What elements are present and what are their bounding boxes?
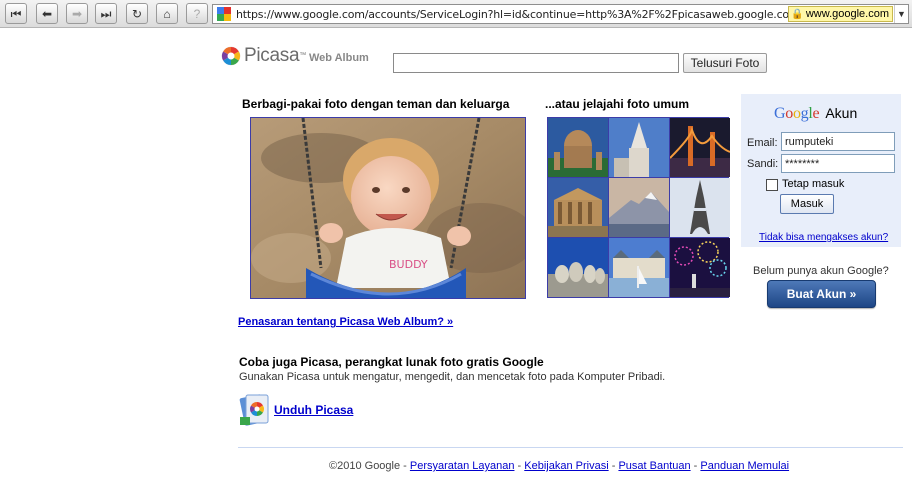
help-center-link[interactable]: Pusat Bantuan bbox=[618, 460, 690, 472]
logo-text: Picasa™ bbox=[244, 45, 306, 66]
download-picasa-link[interactable]: Unduh Picasa bbox=[274, 403, 353, 417]
google-logo: Google bbox=[774, 105, 820, 122]
photo-thumbnail[interactable] bbox=[609, 178, 669, 237]
reload-icon[interactable]: ↻ bbox=[126, 3, 148, 24]
home-icon[interactable]: ⌂ bbox=[156, 3, 178, 24]
sign-in-button[interactable]: Masuk bbox=[780, 194, 834, 214]
search-input[interactable] bbox=[393, 53, 679, 73]
url-text: https://www.google.com/accounts/ServiceL… bbox=[236, 7, 789, 21]
terms-link[interactable]: Persyaratan Layanan bbox=[410, 460, 515, 472]
photo-thumbnail[interactable] bbox=[670, 238, 730, 297]
picasa-download-icon[interactable] bbox=[239, 393, 271, 427]
email-label: Email: bbox=[747, 137, 778, 149]
back-icon[interactable]: ⬅ bbox=[36, 3, 58, 24]
footer: ©2010 Google - Persyaratan Layanan - Keb… bbox=[329, 460, 790, 472]
explore-heading: ...atau jelajahi foto umum bbox=[545, 97, 690, 111]
security-indicator[interactable]: 🔒 www.google.com bbox=[788, 6, 893, 22]
security-domain: www.google.com bbox=[805, 8, 889, 20]
svg-text:BUDDY: BUDDY bbox=[389, 258, 428, 271]
google-favicon-icon bbox=[215, 6, 233, 22]
photo-thumbnail[interactable] bbox=[548, 118, 608, 177]
logo-subtitle: Web Album bbox=[308, 52, 369, 64]
photo-thumbnail[interactable] bbox=[609, 238, 669, 297]
featured-photo: BUDDY bbox=[250, 117, 526, 299]
create-account-button[interactable]: Buat Akun » bbox=[767, 280, 876, 308]
address-bar[interactable]: https://www.google.com/accounts/ServiceL… bbox=[212, 4, 909, 24]
email-field[interactable]: rumputeki bbox=[781, 132, 895, 151]
picasa-logo[interactable]: Picasa™ Web Album bbox=[221, 46, 369, 66]
login-panel: Google Akun Email: rumputeki Sandi: ****… bbox=[741, 94, 901, 247]
public-photos-grid bbox=[547, 117, 730, 298]
footer-divider bbox=[238, 447, 903, 448]
learn-more-link[interactable]: Penasaran tentang Picasa Web Album? » bbox=[238, 316, 453, 328]
info-icon[interactable]: ? bbox=[186, 3, 208, 24]
search-button[interactable]: Telusuri Foto bbox=[683, 53, 767, 73]
no-account-prompt: Belum punya akun Google? bbox=[753, 265, 889, 277]
lock-icon: 🔒 bbox=[791, 8, 804, 20]
photo-thumbnail[interactable] bbox=[548, 238, 608, 297]
url-dropdown-icon[interactable]: ▼ bbox=[894, 5, 908, 23]
getting-started-link[interactable]: Panduan Memulai bbox=[700, 460, 789, 472]
forward-icon[interactable]: ➡ bbox=[66, 3, 88, 24]
photo-thumbnail[interactable] bbox=[670, 118, 730, 177]
copyright: ©2010 Google - bbox=[329, 460, 407, 472]
last-icon[interactable]: ⏭ bbox=[95, 3, 117, 24]
remember-label: Tetap masuk bbox=[782, 178, 845, 190]
picasa-pinwheel-icon bbox=[221, 46, 241, 66]
forgot-account-link[interactable]: Tidak bisa mengakses akun? bbox=[759, 232, 888, 243]
account-label: Akun bbox=[825, 105, 858, 121]
password-field[interactable]: ******** bbox=[781, 154, 895, 173]
login-title: Google Akun bbox=[774, 105, 857, 123]
photo-thumbnail[interactable] bbox=[548, 178, 608, 237]
photo-thumbnail[interactable] bbox=[609, 118, 669, 177]
promo-title: Coba juga Picasa, perangkat lunak foto g… bbox=[239, 355, 544, 369]
password-label: Sandi: bbox=[747, 158, 779, 170]
first-icon[interactable]: ⏮ bbox=[5, 3, 27, 24]
photo-thumbnail[interactable] bbox=[670, 178, 730, 237]
share-heading: Berbagi-pakai foto dengan teman dan kelu… bbox=[242, 97, 510, 111]
privacy-link[interactable]: Kebijakan Privasi bbox=[524, 460, 608, 472]
browser-toolbar: ⏮ ⬅ ➡ ⏭ ↻ ⌂ ? https://www.google.com/acc… bbox=[0, 0, 912, 28]
remember-checkbox[interactable] bbox=[766, 179, 778, 191]
promo-description: Gunakan Picasa untuk mengatur, mengedit,… bbox=[239, 371, 666, 383]
